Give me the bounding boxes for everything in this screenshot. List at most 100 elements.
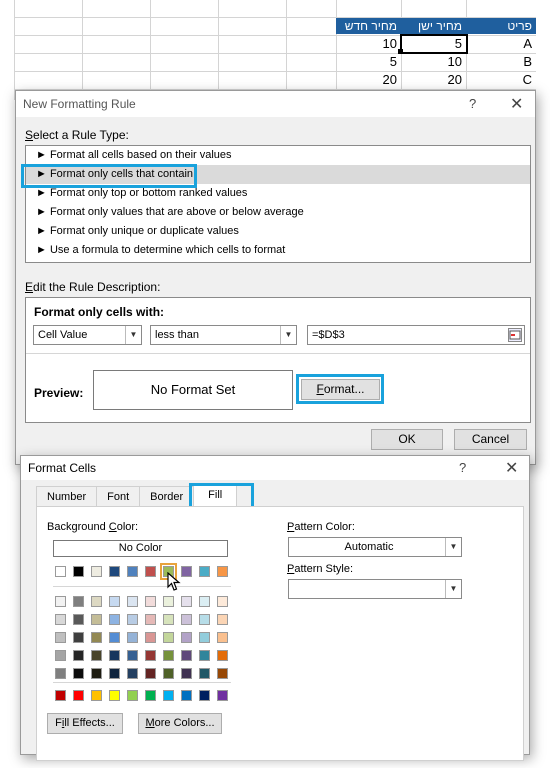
tint-color-swatch[interactable] [163, 632, 174, 643]
tint-color-swatch[interactable] [127, 650, 138, 661]
tint-color-swatch[interactable] [55, 614, 66, 625]
cell[interactable]: 5 [336, 53, 401, 71]
help-icon[interactable]: ? [469, 96, 476, 111]
tint-color-swatch[interactable] [55, 632, 66, 643]
pattern-style-select[interactable]: ▼ [288, 579, 462, 599]
tint-color-swatch[interactable] [109, 668, 120, 679]
chevron-down-icon[interactable]: ▼ [280, 326, 296, 344]
tint-color-swatch[interactable] [181, 632, 192, 643]
tint-color-swatch[interactable] [145, 614, 156, 625]
theme-color-swatch[interactable] [55, 566, 66, 577]
theme-color-swatch[interactable] [199, 566, 210, 577]
tint-color-swatch[interactable] [127, 614, 138, 625]
rule-type-item[interactable]: ► Format only unique or duplicate values [26, 222, 530, 241]
theme-color-swatch[interactable] [109, 566, 120, 577]
rule-type-item[interactable]: ► Use a formula to determine which cells… [26, 241, 530, 260]
header-cell-item[interactable]: פריט [466, 18, 536, 34]
cell[interactable]: C [466, 71, 536, 89]
cell[interactable]: 10 [336, 35, 401, 53]
close-icon[interactable]: ✕ [510, 94, 523, 114]
tab-font[interactable]: Font [96, 486, 141, 506]
tint-color-swatch[interactable] [145, 632, 156, 643]
chevron-down-icon[interactable]: ▼ [445, 580, 461, 598]
tint-color-swatch[interactable] [145, 650, 156, 661]
rule-type-item[interactable]: ► Format all cells based on their values [26, 146, 530, 165]
tint-color-swatch[interactable] [73, 668, 84, 679]
chevron-down-icon[interactable]: ▼ [445, 538, 461, 556]
tint-color-swatch[interactable] [217, 650, 228, 661]
theme-color-swatch[interactable] [73, 566, 84, 577]
tint-color-swatch[interactable] [199, 668, 210, 679]
tint-color-swatch[interactable] [73, 632, 84, 643]
rule-type-item[interactable]: ► Format only values that are above or b… [26, 203, 530, 222]
standard-color-swatch[interactable] [127, 690, 138, 701]
standard-color-swatch[interactable] [181, 690, 192, 701]
tint-color-swatch[interactable] [91, 632, 102, 643]
tint-color-swatch[interactable] [181, 614, 192, 625]
tint-color-swatch[interactable] [181, 650, 192, 661]
tint-color-swatch[interactable] [109, 632, 120, 643]
tint-color-swatch[interactable] [199, 614, 210, 625]
standard-color-swatch[interactable] [145, 690, 156, 701]
standard-color-swatch[interactable] [91, 690, 102, 701]
theme-color-swatch[interactable] [145, 566, 156, 577]
no-color-button[interactable]: No Color [53, 540, 228, 557]
standard-color-swatch[interactable] [55, 690, 66, 701]
theme-color-swatch[interactable] [91, 566, 102, 577]
cell[interactable]: 20 [336, 71, 401, 89]
tint-color-swatch[interactable] [145, 596, 156, 607]
tint-color-swatch[interactable] [163, 668, 174, 679]
condition-field-select[interactable]: Cell Value ▼ [33, 325, 142, 345]
tint-color-swatch[interactable] [127, 596, 138, 607]
ok-button[interactable]: OK [371, 429, 443, 450]
theme-color-swatch[interactable] [217, 566, 228, 577]
tint-color-swatch[interactable] [91, 596, 102, 607]
range-selector-icon[interactable] [508, 328, 522, 342]
tint-color-swatch[interactable] [73, 614, 84, 625]
standard-color-swatch[interactable] [217, 690, 228, 701]
pattern-color-select[interactable]: Automatic ▼ [288, 537, 462, 557]
tint-color-swatch[interactable] [109, 614, 120, 625]
tint-color-swatch[interactable] [199, 596, 210, 607]
tint-color-swatch[interactable] [91, 668, 102, 679]
tint-color-swatch[interactable] [127, 632, 138, 643]
cell[interactable]: A [466, 35, 536, 53]
tint-color-swatch[interactable] [217, 596, 228, 607]
tint-color-swatch[interactable] [91, 614, 102, 625]
rule-type-list[interactable]: ► Format all cells based on their values… [25, 145, 531, 263]
fill-handle[interactable] [398, 49, 403, 54]
standard-color-swatch[interactable] [109, 690, 120, 701]
tint-color-swatch[interactable] [109, 650, 120, 661]
tint-color-swatch[interactable] [163, 596, 174, 607]
tint-color-swatch[interactable] [199, 650, 210, 661]
tint-color-swatch[interactable] [217, 632, 228, 643]
tint-color-swatch[interactable] [73, 650, 84, 661]
theme-color-swatch[interactable] [127, 566, 138, 577]
condition-operator-select[interactable]: less than ▼ [150, 325, 297, 345]
cancel-button[interactable]: Cancel [454, 429, 527, 450]
header-cell-old-price[interactable]: מחיר ישן [401, 18, 466, 34]
tint-color-swatch[interactable] [163, 614, 174, 625]
tint-color-swatch[interactable] [217, 614, 228, 625]
tint-color-swatch[interactable] [127, 668, 138, 679]
tint-color-swatch[interactable] [73, 596, 84, 607]
standard-color-swatch[interactable] [199, 690, 210, 701]
tint-color-swatch[interactable] [199, 632, 210, 643]
standard-color-swatch[interactable] [73, 690, 84, 701]
cell[interactable]: 20 [401, 71, 466, 89]
theme-color-swatch[interactable] [181, 566, 192, 577]
tint-color-swatch[interactable] [55, 668, 66, 679]
tint-color-swatch[interactable] [217, 668, 228, 679]
help-icon[interactable]: ? [459, 460, 466, 475]
standard-color-swatch[interactable] [163, 690, 174, 701]
tint-color-swatch[interactable] [55, 596, 66, 607]
close-icon[interactable]: ✕ [505, 458, 518, 478]
tint-color-swatch[interactable] [145, 668, 156, 679]
tint-color-swatch[interactable] [181, 668, 192, 679]
tint-color-swatch[interactable] [55, 650, 66, 661]
fill-effects-button[interactable]: Fill Effects... [47, 713, 123, 734]
condition-value-input[interactable]: =$D$3 [307, 325, 525, 345]
header-cell-new-price[interactable]: מחיר חדש [336, 18, 401, 34]
cell[interactable]: B [466, 53, 536, 71]
tint-color-swatch[interactable] [91, 650, 102, 661]
